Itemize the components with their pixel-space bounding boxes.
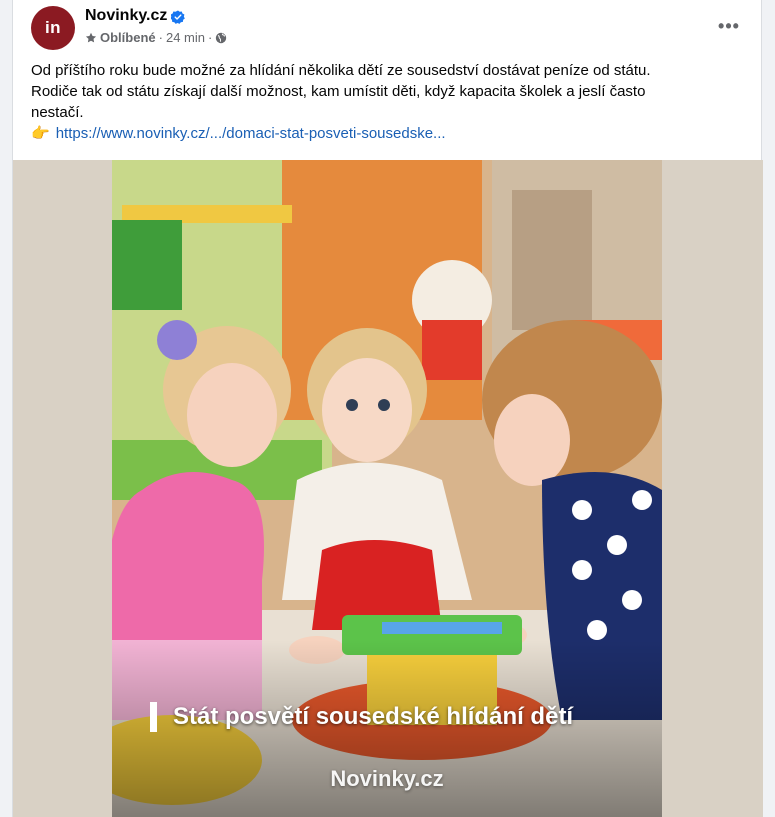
image-brand-logo: Novinky.cz: [330, 766, 444, 791]
feed-post: in Novinky.cz Oblíbené · 24 min · ••• Od…: [12, 0, 763, 817]
caption-accent-bar: [150, 702, 157, 732]
star-icon: [85, 32, 97, 42]
caption-text: Stát posvětí sousedské hlídání dětí: [173, 703, 574, 730]
page-name-link[interactable]: Novinky.cz: [85, 7, 167, 25]
article-image[interactable]: Stát posvětí sousedské hlídání dětí Novi…: [112, 160, 662, 817]
link-row: 👉 https://www.novinky.cz/.../domaci-stat…: [31, 123, 741, 144]
post-text-line: nestačí.: [31, 104, 84, 121]
page-avatar[interactable]: in: [31, 6, 75, 50]
post-header: in Novinky.cz Oblíbené · 24 min · •••: [13, 0, 761, 56]
pointing-hand-icon: 👉: [31, 125, 50, 142]
meta-separator: ·: [208, 30, 213, 45]
post-text-line: Rodiče tak od státu získají další možnos…: [31, 83, 646, 100]
globe-icon: [216, 32, 227, 43]
post-time[interactable]: 24 min: [166, 30, 205, 45]
meta-separator: ·: [158, 30, 163, 45]
post-media[interactable]: Stát posvětí sousedské hlídání dětí Novi…: [13, 160, 763, 817]
article-link[interactable]: https://www.novinky.cz/.../domaci-stat-p…: [56, 123, 446, 144]
more-options-button[interactable]: •••: [713, 10, 745, 42]
post-message: Od příštího roku bude možné za hlídání n…: [31, 60, 741, 144]
verified-badge-icon: [171, 10, 185, 24]
post-meta: Oblíbené · 24 min ·: [85, 30, 227, 45]
favorites-label[interactable]: Oblíbené: [100, 30, 156, 45]
image-caption: Stát posvětí sousedské hlídání dětí: [150, 702, 573, 732]
post-text-line: Od příštího roku bude možné za hlídání n…: [31, 62, 651, 79]
